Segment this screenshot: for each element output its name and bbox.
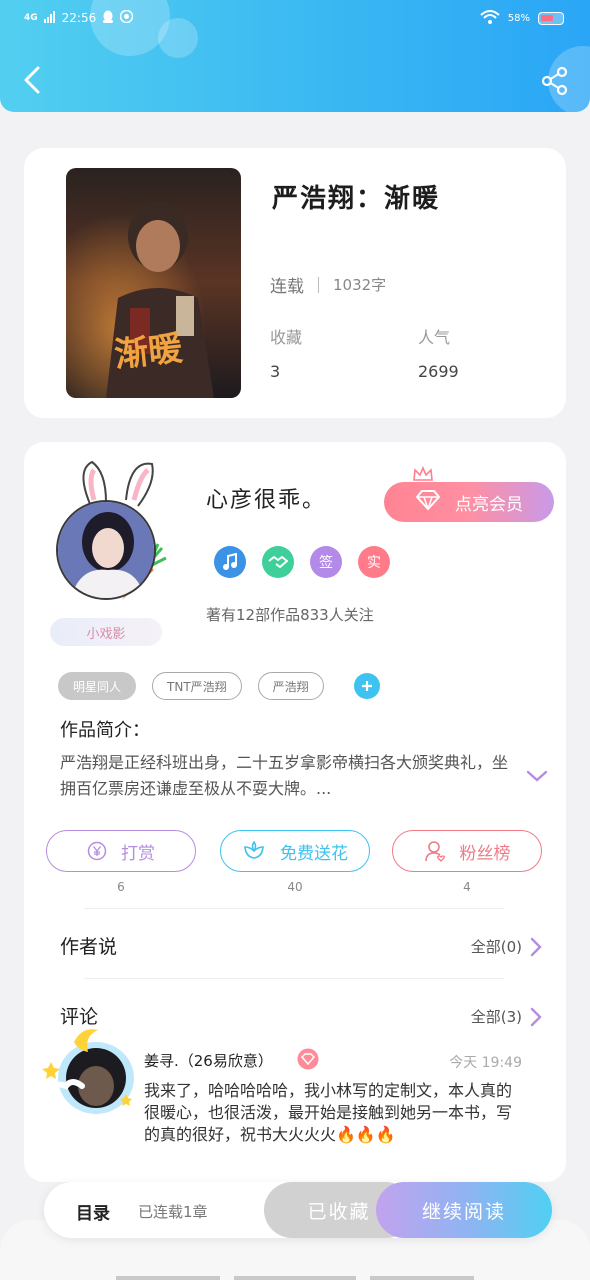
vip-button[interactable]: 点亮会员 bbox=[384, 482, 554, 522]
send-flower-button[interactable]: 免费送花 bbox=[220, 830, 370, 872]
qq-icon bbox=[102, 10, 114, 27]
divider bbox=[84, 978, 504, 979]
plus-icon bbox=[361, 681, 372, 691]
book-info-card: 渐暖 严浩翔：渐暖 连载 1032字 收藏 3 人气 2699 bbox=[24, 148, 566, 418]
author-says-all-label: 全部(0) bbox=[470, 938, 522, 956]
comments-all-label: 全部(3) bbox=[470, 1008, 522, 1026]
nav-indicator bbox=[234, 1276, 356, 1280]
word-count: 1032字 bbox=[333, 276, 387, 294]
reward-button[interactable]: 打赏 bbox=[46, 830, 196, 872]
tag-item[interactable]: 明星同人 bbox=[58, 672, 137, 700]
author-name[interactable]: 心彦很乖。 bbox=[206, 482, 326, 514]
book-status-row: 连载 1032字 bbox=[270, 272, 386, 297]
flower-icon bbox=[244, 841, 264, 859]
cover-title-text: 渐暖 bbox=[112, 328, 185, 376]
music-note-icon[interactable] bbox=[214, 546, 246, 578]
chapter-progress: 已连载1章 bbox=[138, 1203, 208, 1221]
toc-button[interactable]: 目录 bbox=[76, 1199, 110, 1224]
signal-icon bbox=[43, 10, 56, 26]
author-stats: 著有12部作品833人关注 bbox=[206, 606, 374, 624]
handshake-icon[interactable] bbox=[262, 546, 294, 578]
author-avatar-frame[interactable] bbox=[50, 452, 200, 642]
reward-label: 打赏 bbox=[121, 843, 155, 864]
comment-time: 今天 19:49 bbox=[449, 1055, 522, 1071]
fan-count: 4 bbox=[463, 880, 471, 894]
favorites-stat: 收藏 3 bbox=[270, 324, 302, 381]
send-flower-label: 免费送花 bbox=[280, 843, 348, 864]
serial-status: 连载 bbox=[270, 277, 304, 297]
chevron-right-icon bbox=[530, 937, 542, 956]
comment-avatar[interactable] bbox=[38, 1020, 148, 1120]
top-header: 4G 22:56 58% bbox=[0, 0, 590, 112]
avatar-image bbox=[58, 502, 154, 598]
back-button[interactable] bbox=[18, 62, 48, 98]
continue-reading-button[interactable]: 继续阅读 bbox=[376, 1182, 552, 1238]
yen-icon bbox=[87, 841, 107, 861]
vip-badge-icon bbox=[296, 1048, 320, 1074]
author-says-title: 作者说 bbox=[60, 936, 118, 958]
expand-intro-button[interactable] bbox=[526, 768, 548, 787]
share-button[interactable] bbox=[540, 66, 570, 96]
fan-rank-button[interactable]: 粉丝榜 bbox=[392, 830, 542, 872]
network-indicator: 4G bbox=[24, 13, 38, 23]
chevron-left-icon bbox=[24, 66, 40, 94]
sign-badge-icon[interactable]: 签 bbox=[310, 546, 342, 578]
intro-title: 作品简介： bbox=[60, 720, 150, 741]
popularity-label: 人气 bbox=[418, 328, 451, 347]
sign-badge-text: 签 bbox=[319, 555, 333, 571]
comment-author-name[interactable]: 姜寻.（26易欣意） bbox=[144, 1050, 273, 1071]
chevron-down-icon bbox=[526, 770, 548, 782]
favorites-label: 收藏 bbox=[270, 328, 303, 347]
divider bbox=[84, 908, 504, 909]
verified-badge-icon[interactable]: 实 bbox=[358, 546, 390, 578]
favorites-value: 3 bbox=[270, 362, 281, 381]
intro-text: 严浩翔是正经科班出身，二十五岁拿影帝横扫各大颁奖典礼，坐拥百亿票房还谦虚至极从不… bbox=[60, 753, 509, 798]
detail-card: 小戏影 心彦很乖。 点亮会员 签 实 著有12部作品833人关注 明星同人 TN… bbox=[24, 442, 566, 1182]
reward-count: 6 bbox=[117, 880, 125, 894]
fan-rank-label: 粉丝榜 bbox=[459, 843, 511, 864]
battery-icon bbox=[538, 11, 564, 25]
author-badges: 签 实 bbox=[214, 546, 390, 578]
avatar bbox=[56, 500, 156, 600]
nickname-tag: 小戏影 bbox=[50, 618, 162, 646]
book-cover[interactable]: 渐暖 bbox=[66, 168, 241, 398]
battery-percent: 58% bbox=[507, 12, 530, 24]
fan-rank-icon bbox=[424, 841, 445, 862]
nav-indicator bbox=[116, 1276, 220, 1280]
diamond-icon bbox=[415, 489, 441, 515]
vip-button-label: 点亮会员 bbox=[455, 494, 523, 515]
share-icon bbox=[541, 66, 568, 96]
wifi-icon bbox=[480, 9, 500, 27]
chevron-right-icon bbox=[530, 1007, 542, 1026]
tag-list: 明星同人 TNT严浩翔 严浩翔 bbox=[58, 672, 380, 700]
author-says-all-link[interactable]: 全部(0) bbox=[471, 936, 542, 957]
moon-frame-avatar-icon bbox=[42, 1029, 134, 1114]
popularity-stat: 人气 2699 bbox=[418, 324, 459, 381]
divider bbox=[318, 276, 319, 293]
add-tag-button[interactable] bbox=[353, 673, 380, 699]
book-title: 严浩翔：渐暖 bbox=[272, 184, 441, 214]
app-notification-icon bbox=[120, 9, 134, 26]
tag-item[interactable]: TNT严浩翔 bbox=[152, 672, 242, 700]
action-buttons: 打赏 6 免费送花 40 粉丝榜 4 bbox=[46, 830, 546, 894]
tag-item[interactable]: 严浩翔 bbox=[257, 672, 324, 700]
nav-indicator bbox=[370, 1276, 474, 1280]
comments-all-link[interactable]: 全部(3) bbox=[471, 1006, 542, 1027]
verified-badge-text: 实 bbox=[367, 555, 381, 571]
flower-count: 40 bbox=[287, 880, 303, 894]
popularity-value: 2699 bbox=[418, 362, 459, 381]
bottom-action-bar: 目录 已连载1章 已收藏 继续阅读 bbox=[44, 1182, 552, 1238]
status-bar: 4G 22:56 58% bbox=[24, 8, 564, 28]
clock: 22:56 bbox=[61, 11, 97, 25]
comment-text: 我来了，哈哈哈哈哈，我小林写的定制文，本人真的很暖心，也很活泼，最开始是接触到她… bbox=[144, 1081, 513, 1144]
nickname-tag-text: 小戏影 bbox=[86, 626, 126, 642]
